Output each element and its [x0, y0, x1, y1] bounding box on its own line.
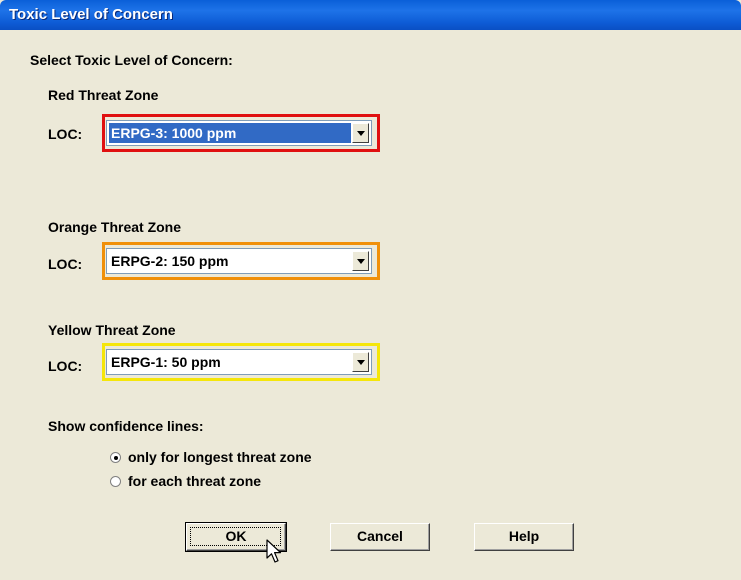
radio-each-zone-label[interactable]: for each threat zone [128, 473, 261, 489]
radio-longest-zone-label[interactable]: only for longest threat zone [128, 449, 312, 465]
yellow-loc-dropdown-button[interactable] [352, 352, 369, 372]
chevron-down-icon [357, 360, 365, 365]
help-button[interactable]: Help [474, 523, 574, 551]
orange-loc-dropdown-button[interactable] [352, 251, 369, 271]
help-button-label: Help [508, 528, 540, 544]
dialog-heading: Select Toxic Level of Concern: [30, 52, 233, 68]
yellow-loc-select[interactable]: ERPG-1: 50 ppm [106, 349, 372, 375]
dialog-window: Toxic Level of Concern Select Toxic Leve… [0, 0, 741, 580]
title-bar[interactable]: Toxic Level of Concern [0, 0, 741, 30]
cancel-button-label: Cancel [357, 528, 403, 544]
red-loc-dropdown-button[interactable] [352, 123, 369, 143]
cancel-button[interactable]: Cancel [330, 523, 430, 551]
red-loc-value: ERPG-3: 1000 ppm [109, 123, 351, 143]
dialog-content: Select Toxic Level of Concern: Red Threa… [0, 30, 741, 580]
mouse-cursor-icon [266, 539, 282, 563]
radio-selected-dot [114, 456, 118, 460]
orange-loc-label: LOC: [48, 256, 83, 272]
orange-loc-select[interactable]: ERPG-2: 150 ppm [106, 248, 372, 274]
chevron-down-icon [357, 131, 365, 136]
yellow-zone-title: Yellow Threat Zone [48, 322, 176, 338]
orange-zone-title: Orange Threat Zone [48, 219, 182, 235]
yellow-loc-label: LOC: [48, 358, 83, 374]
chevron-down-icon [357, 259, 365, 264]
radio-each-zone[interactable] [110, 476, 121, 487]
orange-loc-value: ERPG-2: 150 ppm [111, 253, 229, 269]
radio-longest-zone[interactable] [110, 452, 121, 463]
confidence-label: Show confidence lines: [48, 418, 204, 434]
red-zone-title: Red Threat Zone [48, 87, 159, 103]
red-loc-select[interactable]: ERPG-3: 1000 ppm [106, 120, 372, 146]
window-title: Toxic Level of Concern [9, 6, 173, 23]
yellow-loc-value: ERPG-1: 50 ppm [111, 354, 221, 370]
red-loc-label: LOC: [48, 126, 83, 142]
